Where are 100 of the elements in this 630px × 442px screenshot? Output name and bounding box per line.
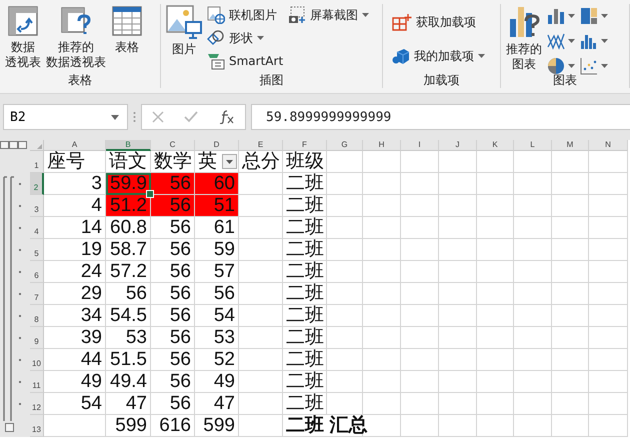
table-cell[interactable]: 57.2	[106, 261, 151, 283]
column-header[interactable]: C	[151, 140, 195, 151]
empty-cell[interactable]	[439, 349, 477, 371]
row-header[interactable]: 3	[30, 195, 44, 217]
table-cell[interactable]: 59	[195, 239, 239, 261]
row-header[interactable]: 11	[30, 371, 44, 393]
empty-cell[interactable]	[401, 393, 439, 415]
table-cell[interactable]: 57	[195, 261, 239, 283]
empty-cell[interactable]	[514, 305, 552, 327]
table-cell[interactable]: 56	[151, 327, 195, 349]
table-cell[interactable]: 56	[151, 349, 195, 371]
empty-cell[interactable]	[514, 415, 552, 437]
empty-cell[interactable]	[514, 283, 552, 305]
ribbon-button[interactable]: 获取加载项	[390, 12, 487, 32]
table-cell[interactable]: 14	[44, 217, 106, 239]
column-header[interactable]: F	[283, 140, 327, 151]
empty-cell[interactable]	[363, 283, 401, 305]
empty-cell[interactable]	[439, 283, 477, 305]
empty-cell[interactable]	[552, 415, 589, 437]
ribbon-button[interactable]: 形状	[205, 28, 286, 48]
table-cell[interactable]: 34	[44, 305, 106, 327]
row-header[interactable]: 1	[30, 151, 44, 173]
ribbon-button[interactable]: 图片	[164, 4, 204, 73]
empty-cell[interactable]	[363, 151, 401, 173]
empty-cell[interactable]	[589, 239, 628, 261]
empty-cell[interactable]	[477, 283, 514, 305]
table-cell[interactable]: 61	[195, 217, 239, 239]
table-cell[interactable]: 29	[44, 283, 106, 305]
empty-cell[interactable]	[477, 327, 514, 349]
empty-cell[interactable]	[589, 217, 628, 239]
table-cell[interactable]: 56	[151, 261, 195, 283]
empty-cell[interactable]	[439, 151, 477, 173]
formula-field[interactable]: 59.8999999999999	[251, 104, 630, 130]
ribbon-button[interactable]: SmartArt	[205, 51, 286, 71]
empty-cell[interactable]	[239, 327, 283, 349]
empty-cell[interactable]	[239, 393, 283, 415]
table-cell[interactable]: 599	[195, 415, 239, 437]
empty-cell[interactable]	[477, 371, 514, 393]
empty-cell[interactable]	[477, 195, 514, 217]
empty-cell[interactable]	[363, 239, 401, 261]
empty-cell[interactable]	[327, 283, 363, 305]
empty-cell[interactable]	[552, 151, 589, 173]
ribbon-button[interactable]: 推荐的 数据透视表	[44, 4, 108, 73]
empty-cell[interactable]	[401, 173, 439, 195]
empty-cell[interactable]	[401, 349, 439, 371]
empty-cell[interactable]	[514, 151, 552, 173]
empty-cell[interactable]	[401, 261, 439, 283]
highlighted-cell[interactable]: 51	[195, 195, 239, 217]
empty-cell[interactable]	[552, 217, 589, 239]
empty-cell[interactable]	[401, 371, 439, 393]
empty-cell[interactable]	[239, 217, 283, 239]
empty-cell[interactable]	[552, 239, 589, 261]
table-cell[interactable]: 56	[195, 283, 239, 305]
table-cell[interactable]: 49	[44, 371, 106, 393]
table-cell[interactable]: 49.4	[106, 371, 151, 393]
empty-cell[interactable]	[363, 305, 401, 327]
empty-cell[interactable]	[514, 261, 552, 283]
highlighted-cell[interactable]: 59.9	[106, 173, 151, 195]
empty-cell[interactable]	[477, 261, 514, 283]
empty-cell[interactable]	[552, 261, 589, 283]
empty-cell[interactable]	[439, 195, 477, 217]
empty-cell[interactable]	[552, 349, 589, 371]
empty-cell[interactable]	[327, 195, 363, 217]
table-cell[interactable]: 47	[106, 393, 151, 415]
table-cell[interactable]: 47	[195, 393, 239, 415]
chart-type-button[interactable]	[578, 55, 610, 77]
empty-cell[interactable]	[514, 195, 552, 217]
empty-cell[interactable]	[589, 393, 628, 415]
empty-cell[interactable]	[363, 261, 401, 283]
empty-cell[interactable]	[363, 371, 401, 393]
table-cell[interactable]: 44	[44, 349, 106, 371]
empty-cell[interactable]	[514, 393, 552, 415]
table-cell[interactable]: 56	[151, 305, 195, 327]
empty-cell[interactable]	[514, 349, 552, 371]
empty-cell[interactable]	[401, 415, 439, 437]
ribbon-button[interactable]: 我的加载项	[390, 46, 487, 66]
empty-cell[interactable]	[477, 173, 514, 195]
highlighted-cell[interactable]: 60	[195, 173, 239, 195]
row-header[interactable]: 5	[30, 239, 44, 261]
empty-cell[interactable]	[401, 305, 439, 327]
table-cell[interactable]: 51.5	[106, 349, 151, 371]
empty-cell[interactable]	[439, 173, 477, 195]
column-header[interactable]: E	[239, 140, 283, 151]
empty-cell[interactable]	[514, 327, 552, 349]
empty-cell[interactable]	[239, 415, 283, 437]
empty-cell[interactable]	[589, 349, 628, 371]
empty-cell[interactable]	[439, 217, 477, 239]
empty-cell[interactable]	[239, 239, 283, 261]
empty-cell[interactable]	[552, 371, 589, 393]
empty-cell[interactable]	[363, 173, 401, 195]
column-header[interactable]: N	[589, 140, 628, 151]
ribbon-button[interactable]: 表格	[109, 4, 145, 73]
empty-cell[interactable]	[401, 151, 439, 173]
empty-cell[interactable]	[239, 349, 283, 371]
empty-cell[interactable]	[239, 305, 283, 327]
empty-cell[interactable]	[327, 173, 363, 195]
table-cell[interactable]: 39	[44, 327, 106, 349]
table-cell[interactable]: 56	[151, 393, 195, 415]
table-cell[interactable]: 599	[106, 415, 151, 437]
empty-cell[interactable]	[514, 173, 552, 195]
